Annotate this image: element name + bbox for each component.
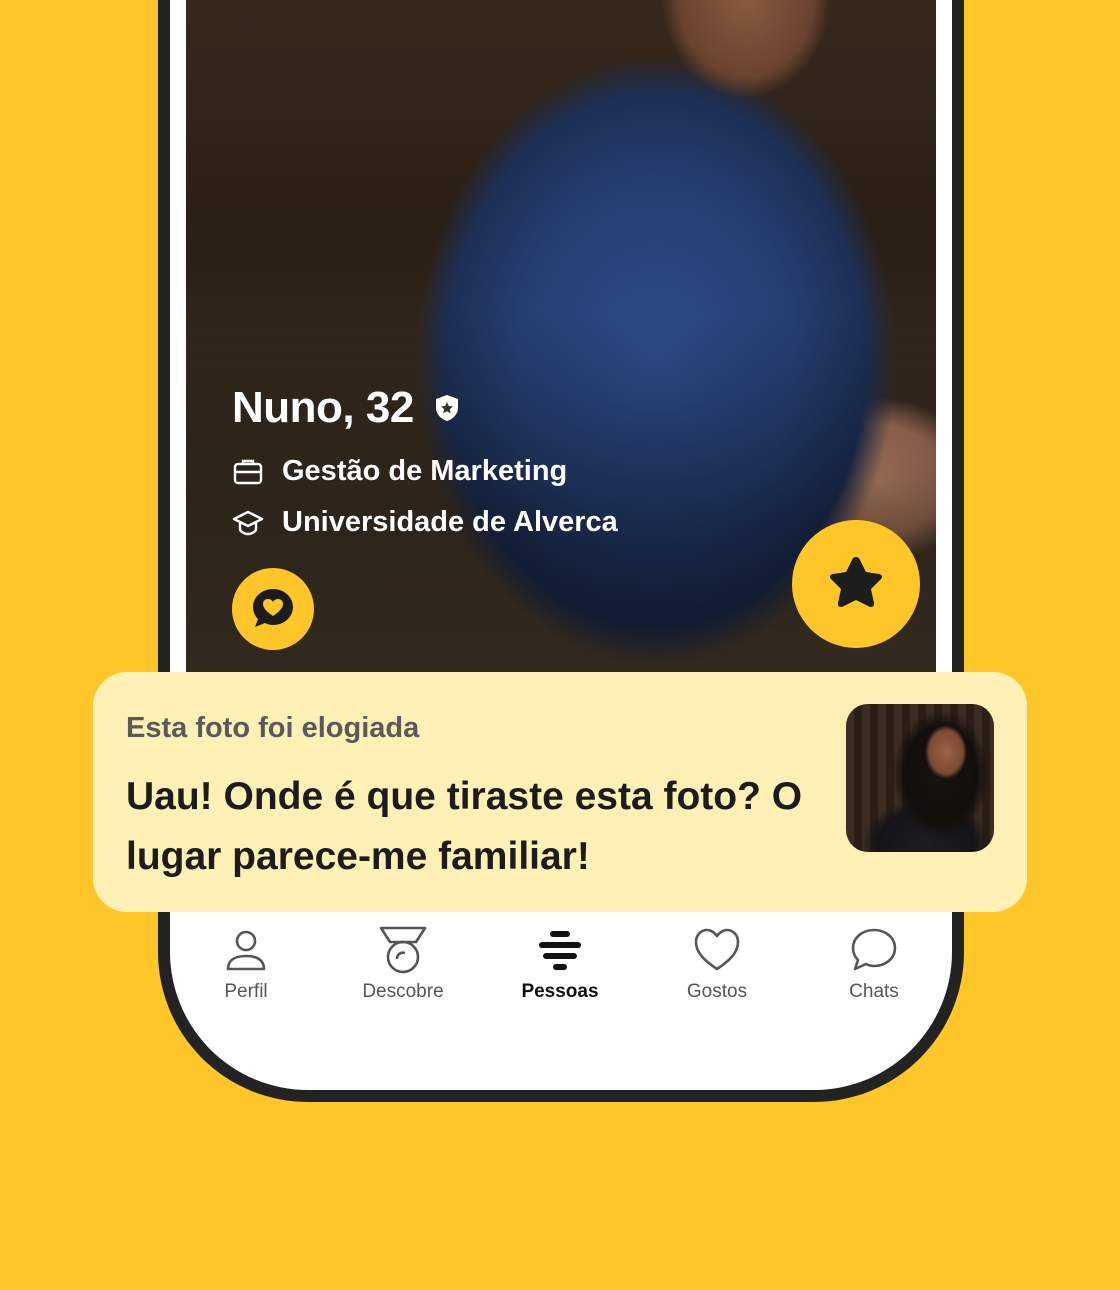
job-row: Gestão de Marketing xyxy=(232,455,567,488)
people-stack-icon xyxy=(539,931,581,970)
school-text: Universidade de Alverca xyxy=(282,506,618,538)
compliment-card[interactable]: Esta foto foi elogiada Uau! Onde é que t… xyxy=(93,672,1027,912)
briefcase-icon xyxy=(233,459,263,484)
app-screen: Nuno, 32 Gestão de Marketing Universidad… xyxy=(170,0,952,1090)
tab-pessoas[interactable]: Pessoas xyxy=(490,925,630,1003)
compliment-chat-heart-icon xyxy=(253,589,293,627)
tab-label-gostos: Gostos xyxy=(686,981,748,1002)
school-row: Universidade de Alverca xyxy=(232,506,618,539)
profile-name-age: Nuno, 32 xyxy=(232,383,414,432)
compliment-message: Uau! Onde é que tiraste esta foto? O lug… xyxy=(126,775,803,878)
bottom-tab-bar: Perfil Descobre Pessoas Gostos Chats xyxy=(170,925,952,1025)
tab-label-perfil: Perfil xyxy=(224,981,268,1002)
profile-name-row: Nuno, 32 xyxy=(232,383,462,433)
job-text: Gestão de Marketing xyxy=(282,455,568,487)
person-icon xyxy=(226,930,266,971)
compliment-subtitle: Esta foto foi elogiada xyxy=(126,712,420,744)
star-icon xyxy=(829,557,883,608)
tab-label-descobre: Descobre xyxy=(362,981,444,1002)
superswipe-button[interactable] xyxy=(792,520,920,648)
sender-photo-thumbnail[interactable] xyxy=(846,704,994,852)
tab-label-chats: Chats xyxy=(849,981,899,1002)
tab-chats[interactable]: Chats xyxy=(804,925,944,1003)
compliment-button[interactable] xyxy=(232,568,314,650)
tab-gostos[interactable]: Gostos xyxy=(647,925,787,1003)
medal-icon xyxy=(379,926,427,974)
heart-icon xyxy=(694,928,740,971)
chat-bubble-icon xyxy=(851,928,897,971)
tab-label-pessoas: Pessoas xyxy=(521,981,599,1002)
verified-badge-icon[interactable] xyxy=(432,393,462,423)
graduation-cap-icon xyxy=(232,510,264,535)
tab-descobre[interactable]: Descobre xyxy=(333,925,473,1003)
profile-photo[interactable]: Nuno, 32 Gestão de Marketing Universidad… xyxy=(186,0,936,672)
tab-perfil[interactable]: Perfil xyxy=(176,925,316,1003)
